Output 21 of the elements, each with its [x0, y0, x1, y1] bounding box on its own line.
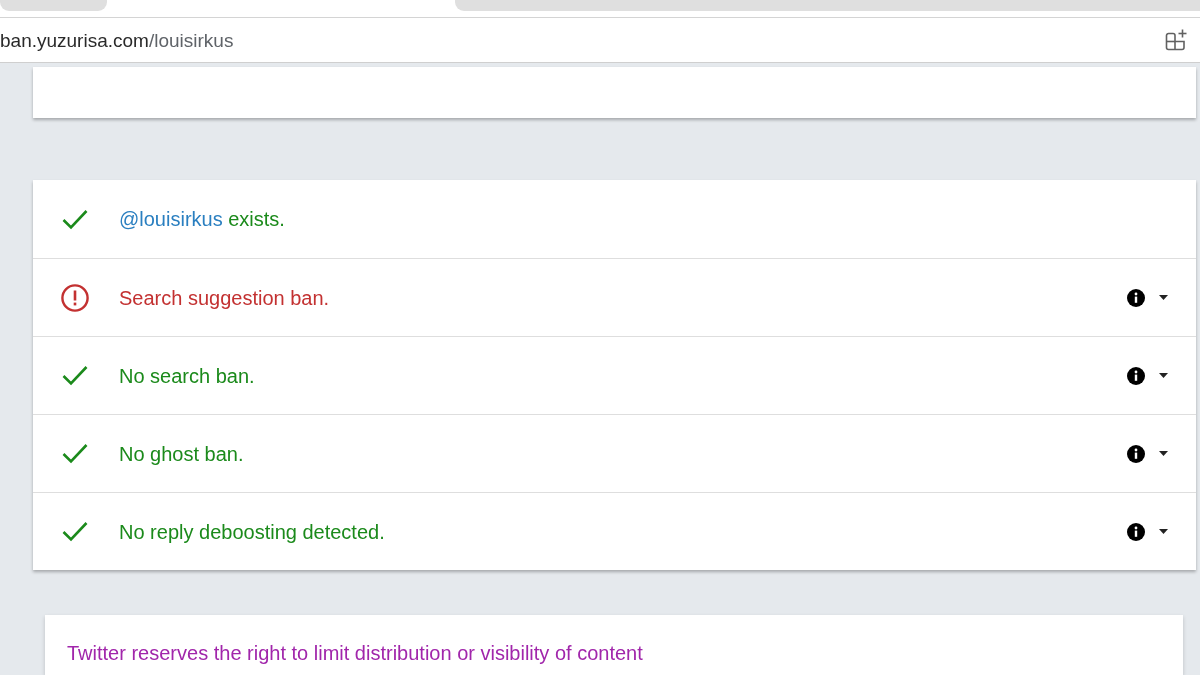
caret-icon[interactable]: [1159, 295, 1168, 300]
caret-icon[interactable]: [1159, 451, 1168, 456]
status-text: No reply deboosting detected.: [119, 519, 385, 545]
check-icon: [62, 208, 88, 230]
info-icon[interactable]: [1127, 444, 1145, 463]
profile-link[interactable]: @louisirkus: [119, 208, 223, 230]
info-icon[interactable]: [1127, 288, 1145, 307]
caret-icon[interactable]: [1159, 529, 1168, 534]
check-icon: [62, 521, 88, 542]
notice-text: Twitter reserves the right to limit distribution or visibility of content: [67, 642, 644, 665]
info-icon[interactable]: [1127, 522, 1145, 541]
apps-add-icon[interactable]: [1165, 29, 1188, 51]
check-icon: [62, 365, 88, 386]
check-icon: [62, 443, 88, 464]
caret-icon[interactable]: [1159, 373, 1168, 378]
info-icon[interactable]: [1127, 366, 1145, 385]
status-text: No search ban.: [119, 363, 255, 389]
status-text: Search suggestion ban.: [119, 285, 330, 311]
status-text: @louisirkus exists.: [119, 207, 285, 232]
status-text: No ghost ban.: [119, 441, 244, 467]
alert-circle-icon: [61, 283, 89, 312]
